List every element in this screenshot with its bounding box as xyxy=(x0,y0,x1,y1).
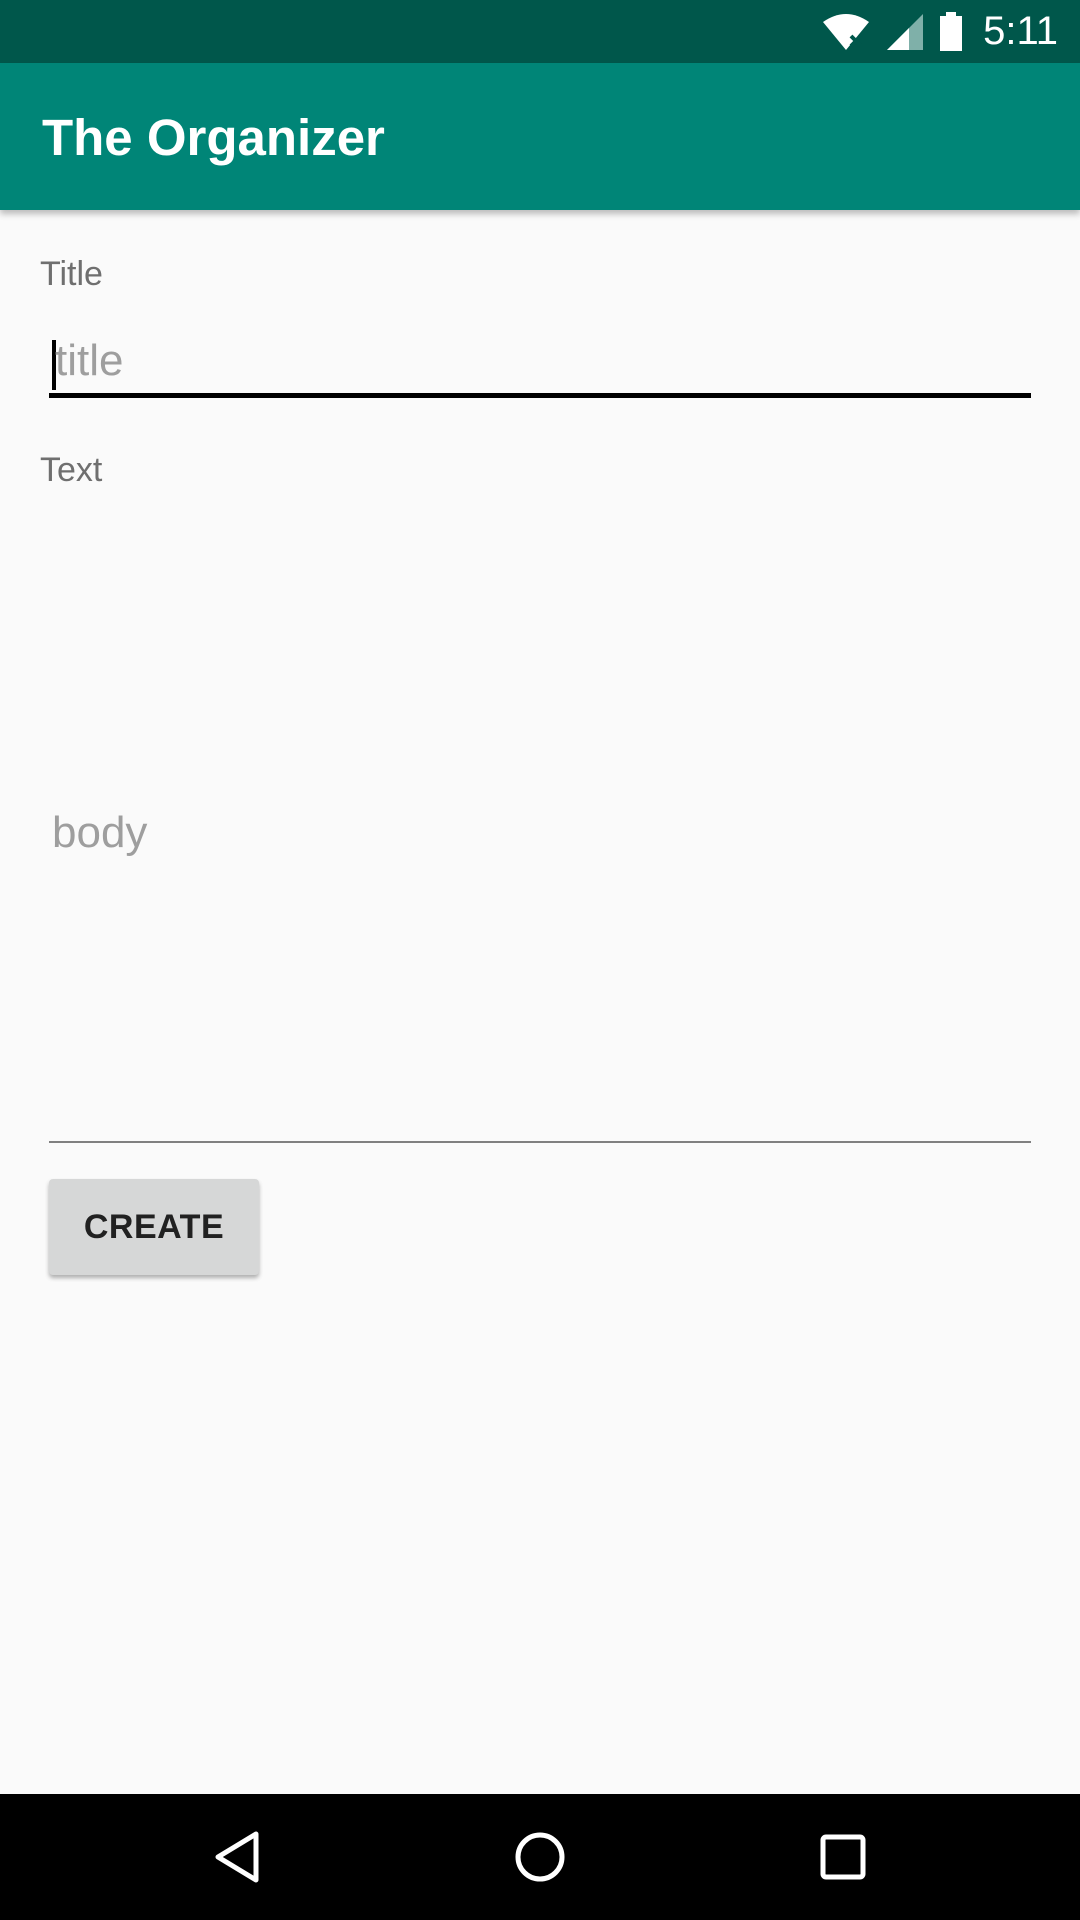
body-input[interactable]: body xyxy=(49,500,1031,1143)
app-title: The Organizer xyxy=(42,109,385,166)
title-label: Title xyxy=(40,255,103,293)
status-icons: 5:11 xyxy=(821,0,1080,63)
text-label: Text xyxy=(40,451,103,489)
navigation-bar xyxy=(0,1794,1080,1920)
status-bar: 5:11 xyxy=(0,0,1080,63)
wifi-icon xyxy=(823,13,870,50)
home-icon[interactable] xyxy=(514,1830,566,1884)
recents-icon[interactable] xyxy=(819,1830,867,1884)
battery-icon xyxy=(940,11,963,51)
signal-icon xyxy=(887,13,924,50)
app-bar: The Organizer xyxy=(0,63,1080,210)
status-time: 5:11 xyxy=(983,9,1058,53)
back-icon[interactable] xyxy=(212,1830,262,1884)
title-input[interactable]: title xyxy=(49,320,1031,398)
create-button[interactable]: CREATE xyxy=(49,1179,259,1275)
title-placeholder: title xyxy=(55,336,124,385)
body-placeholder: body xyxy=(52,808,148,857)
